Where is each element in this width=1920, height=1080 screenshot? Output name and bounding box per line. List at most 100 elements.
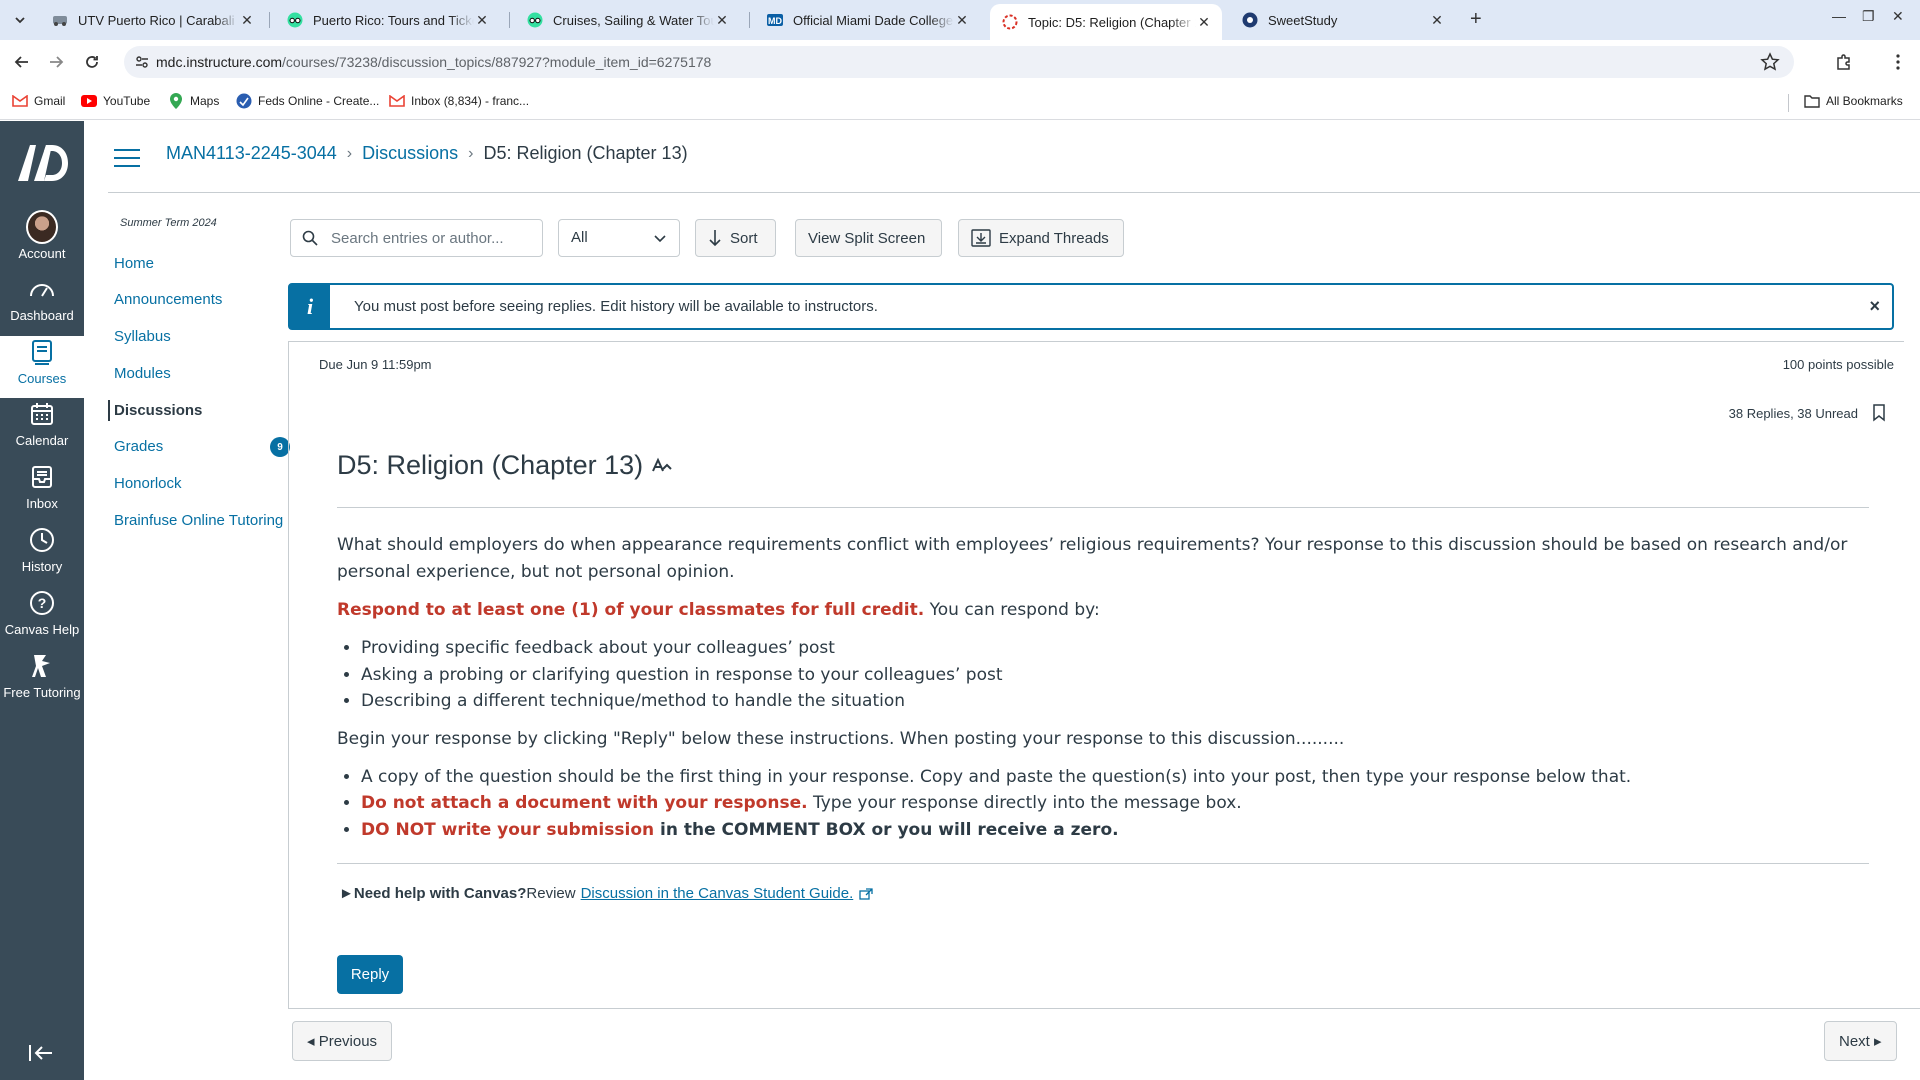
mdc-logo[interactable] (16, 143, 68, 183)
help-icon: ? (26, 587, 58, 619)
gnav-label: Courses (17, 371, 67, 386)
gmail-icon (389, 93, 405, 109)
reload-icon (86, 56, 98, 68)
extensions-button[interactable] (1832, 50, 1856, 74)
collapse-nav-button[interactable] (28, 1043, 54, 1068)
tab-close-icon[interactable]: ✕ (714, 12, 730, 29)
breadcrumb-discussions-link[interactable]: Discussions (362, 143, 458, 164)
points-possible: 100 points possible (1782, 357, 1894, 372)
browser-tab[interactable]: UTV Puerto Rico | Carabali Rainforest ✕ (40, 5, 265, 35)
forward-arrow-icon (50, 56, 64, 68)
svg-text:?: ? (38, 595, 47, 611)
restore-icon[interactable]: ❐ (1862, 8, 1875, 25)
url-host: mdc.instructure.com (156, 54, 283, 70)
browser-tab[interactable]: MD Official Miami Dade College Home ✕ (755, 5, 980, 35)
sort-label: Sort (730, 229, 758, 247)
bookmark-feds-online[interactable]: Feds Online - Create... (236, 93, 379, 109)
chevron-down-icon (654, 235, 666, 243)
gnav-dashboard[interactable]: Dashboard (0, 273, 84, 335)
gnav-calendar[interactable]: Calendar (0, 398, 84, 460)
bookmark-star-icon[interactable] (1760, 52, 1780, 72)
replies-count: 38 Replies, 38 Unread (1728, 406, 1858, 421)
breadcrumb-current: D5: Religion (Chapter 13) (483, 143, 688, 163)
folder-icon (1804, 93, 1820, 109)
footer-divider (288, 1008, 1920, 1009)
canvas-guide-link[interactable]: Discussion in the Canvas Student Guide. (581, 885, 854, 902)
tab-close-icon[interactable]: ✕ (474, 12, 490, 29)
calendar-icon (26, 398, 58, 430)
filter-select[interactable]: All (558, 219, 680, 257)
browser-tab[interactable]: Cruises, Sailing & Water Tours ✕ (515, 5, 740, 35)
tutoring-icon (26, 650, 58, 682)
breadcrumb-course-link[interactable]: MAN4113-2245-3044 (166, 143, 337, 164)
gnav-label: History (21, 559, 63, 574)
next-button[interactable]: Next ▸ (1824, 1021, 1897, 1061)
browser-tab[interactable]: SweetStudy ✕ (1230, 5, 1455, 35)
new-tab-button[interactable]: + (1470, 8, 1482, 30)
course-menu-toggle[interactable] (114, 149, 140, 167)
browser-tab-active[interactable]: Topic: D5: Religion (Chapter 13) ✕ (990, 4, 1222, 40)
discussion-topic: Due Jun 9 11:59pm 100 points possible 38… (288, 341, 1904, 1009)
divider (337, 863, 1869, 864)
topic-title-text: D5: Religion (Chapter 13) (337, 450, 644, 480)
bookmark-toggle[interactable] (1872, 404, 1886, 427)
browser-menu-button[interactable] (1886, 50, 1910, 74)
url-path: /courses/73238/discussion_topics/887927?… (282, 54, 712, 70)
gnav-history[interactable]: History (0, 524, 84, 586)
tab-search-button[interactable] (8, 8, 32, 32)
alert-close-icon[interactable]: × (1869, 296, 1880, 317)
previous-button[interactable]: ◂ Previous (292, 1021, 393, 1061)
bookmark-label: Gmail (34, 94, 66, 108)
view-split-screen-button[interactable]: View Split Screen (795, 219, 942, 257)
search-icon (302, 230, 318, 246)
gnav-label: Account (18, 246, 66, 261)
search-input[interactable] (331, 228, 531, 248)
gnav-inbox[interactable]: Inbox (0, 461, 84, 523)
course-nav-honorlock[interactable]: Honorlock (114, 473, 284, 494)
window-close-icon[interactable]: ✕ (1892, 8, 1904, 25)
course-nav-home[interactable]: Home (114, 253, 284, 274)
reload-button[interactable] (80, 50, 104, 74)
tab-close-icon[interactable]: ✕ (239, 12, 255, 29)
disclosure-triangle-icon: ► (339, 885, 354, 902)
back-arrow-icon (14, 56, 28, 68)
tab-close-icon[interactable]: ✕ (1196, 14, 1212, 31)
gnav-courses[interactable]: Courses (0, 336, 84, 398)
reply-button[interactable]: Reply (337, 955, 403, 994)
forward-button[interactable] (44, 50, 68, 74)
course-nav-brainfuse[interactable]: Brainfuse Online Tutoring (114, 510, 284, 531)
sort-button[interactable]: Sort (695, 219, 776, 257)
site-info-icon[interactable] (134, 54, 150, 70)
bookmark-inbox[interactable]: Inbox (8,834) - franc... (389, 93, 529, 109)
course-nav-syllabus[interactable]: Syllabus (114, 326, 284, 347)
course-nav-grades[interactable]: Grades 9 (114, 436, 290, 457)
browser-tab[interactable]: Puerto Rico: Tours and Tickets ✕ (275, 5, 500, 35)
bookmark-youtube[interactable]: YouTube (81, 93, 150, 109)
puzzle-icon (1837, 54, 1850, 70)
gnav-free-tutoring[interactable]: Free Tutoring (0, 650, 84, 712)
list-item: Describing a different technique/method … (361, 688, 1877, 715)
tab-separator (509, 12, 510, 28)
course-nav-modules[interactable]: Modules (114, 363, 284, 384)
expand-threads-label: Expand Threads (999, 229, 1109, 247)
gnav-label: Calendar (15, 433, 69, 448)
tab-close-icon[interactable]: ✕ (1429, 12, 1445, 29)
immersive-reader-icon[interactable] (651, 457, 673, 475)
bookmark-maps[interactable]: Maps (168, 93, 219, 109)
tab-close-icon[interactable]: ✕ (954, 12, 970, 29)
bookmark-gmail[interactable]: Gmail (12, 93, 65, 109)
respond-paragraph: Respond to at least one (1) of your clas… (337, 597, 1877, 624)
course-nav-discussions[interactable]: Discussions (108, 400, 278, 421)
back-button[interactable] (10, 50, 34, 74)
expand-threads-button[interactable]: Expand Threads (958, 219, 1124, 257)
gnav-label: Inbox (26, 496, 58, 511)
address-bar[interactable]: mdc.instructure.com/courses/73238/discus… (124, 46, 1794, 78)
all-bookmarks-button[interactable]: All Bookmarks (1804, 93, 1903, 109)
canvas-help-line[interactable]: ► Need help with Canvas? Review Discussi… (339, 885, 873, 902)
course-nav-announcements[interactable]: Announcements (114, 289, 284, 310)
gnav-account[interactable]: Account (0, 210, 84, 273)
minimize-icon[interactable]: — (1832, 8, 1846, 24)
chevron-right-icon: › (346, 144, 353, 162)
kebab-menu-icon (1896, 54, 1900, 70)
gnav-canvas-help[interactable]: ? Canvas Help (0, 587, 84, 649)
